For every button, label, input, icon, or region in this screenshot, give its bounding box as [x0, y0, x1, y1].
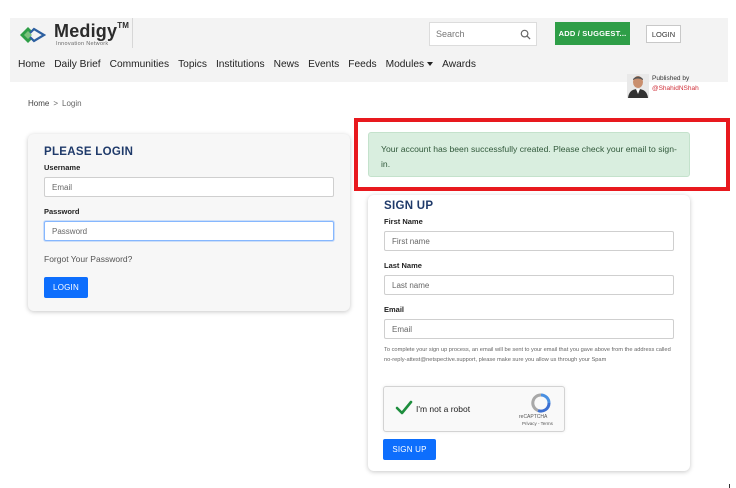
logo-trademark: TM [117, 21, 130, 30]
diamond-logo-icon [20, 27, 46, 43]
breadcrumb-current: Login [62, 99, 82, 108]
nav-daily-brief[interactable]: Daily Brief [54, 59, 100, 73]
author-avatar [627, 74, 649, 98]
main-nav: Home Daily Brief Communities Topics Inst… [18, 59, 485, 73]
last-name-label: Last Name [384, 261, 422, 270]
page: MedigyTM Innovation Network ADD / SUGGES… [0, 0, 736, 488]
breadcrumb-home[interactable]: Home [28, 99, 49, 108]
search-input[interactable] [430, 23, 518, 45]
username-label: Username [44, 163, 81, 172]
email-input[interactable] [384, 319, 674, 339]
signup-note: To complete your sign up process, an ema… [384, 347, 671, 363]
published-by-label: Published by [652, 75, 690, 82]
nav-feeds[interactable]: Feeds [348, 59, 376, 73]
nav-awards[interactable]: Awards [442, 59, 476, 73]
login-submit-button[interactable]: LOGIN [44, 277, 88, 298]
password-label: Password [44, 207, 80, 216]
nav-modules-label: Modules [385, 59, 425, 70]
checkmark-icon[interactable] [395, 399, 413, 417]
forgot-password-link[interactable]: Forgot Your Password? [44, 254, 132, 264]
search-icon[interactable] [520, 29, 531, 40]
recaptcha-label: I'm not a robot [416, 404, 471, 414]
nav-topics[interactable]: Topics [178, 59, 207, 73]
add-suggest-button[interactable]: ADD / SUGGEST... [555, 22, 630, 45]
nav-institutions[interactable]: Institutions [216, 59, 265, 73]
nav-modules[interactable]: Modules [386, 59, 434, 73]
signup-card: SIGN UP First Name Last Name Email To co… [368, 195, 690, 471]
first-name-label: First Name [384, 217, 423, 226]
last-name-input[interactable] [384, 275, 674, 295]
published-by-handle[interactable]: @ShahidNShah [652, 85, 699, 92]
highlight-annotation-box [354, 118, 730, 191]
login-title: PLEASE LOGIN [44, 146, 134, 158]
breadcrumb: Home > Login [28, 99, 82, 108]
login-card: PLEASE LOGIN Username Password Forgot Yo… [28, 134, 350, 311]
caret-down-icon [427, 62, 434, 67]
search-box [429, 22, 537, 46]
nav-home[interactable]: Home [18, 59, 45, 73]
recaptcha-logo-icon [531, 393, 551, 413]
nav-news[interactable]: News [274, 59, 299, 73]
password-input[interactable] [44, 221, 334, 241]
signup-title: SIGN UP [384, 200, 434, 212]
logo-subtitle: Innovation Network [56, 41, 109, 47]
email-label: Email [384, 305, 405, 314]
recaptcha-terms-link[interactable]: Privacy - Terms [522, 421, 553, 426]
nav-events[interactable]: Events [308, 59, 339, 73]
first-name-input[interactable] [384, 231, 674, 251]
corner-mark [729, 484, 730, 488]
logo-title: MedigyTM [54, 21, 130, 41]
nav-communities[interactable]: Communities [110, 59, 169, 73]
breadcrumb-separator: > [53, 99, 59, 108]
recaptcha-widget[interactable]: I'm not a robot reCAPTCHA Privacy - Term… [383, 386, 565, 432]
medigy-logo[interactable]: MedigyTM Innovation Network [18, 20, 136, 48]
username-input[interactable] [44, 177, 334, 197]
logo-divider [132, 18, 133, 48]
published-by[interactable]: Published by @ShahidNShah [627, 74, 736, 100]
header-login-button[interactable]: LOGIN [646, 25, 681, 43]
signup-submit-button[interactable]: SIGN UP [383, 439, 436, 460]
recaptcha-brand: reCAPTCHA [519, 414, 548, 420]
